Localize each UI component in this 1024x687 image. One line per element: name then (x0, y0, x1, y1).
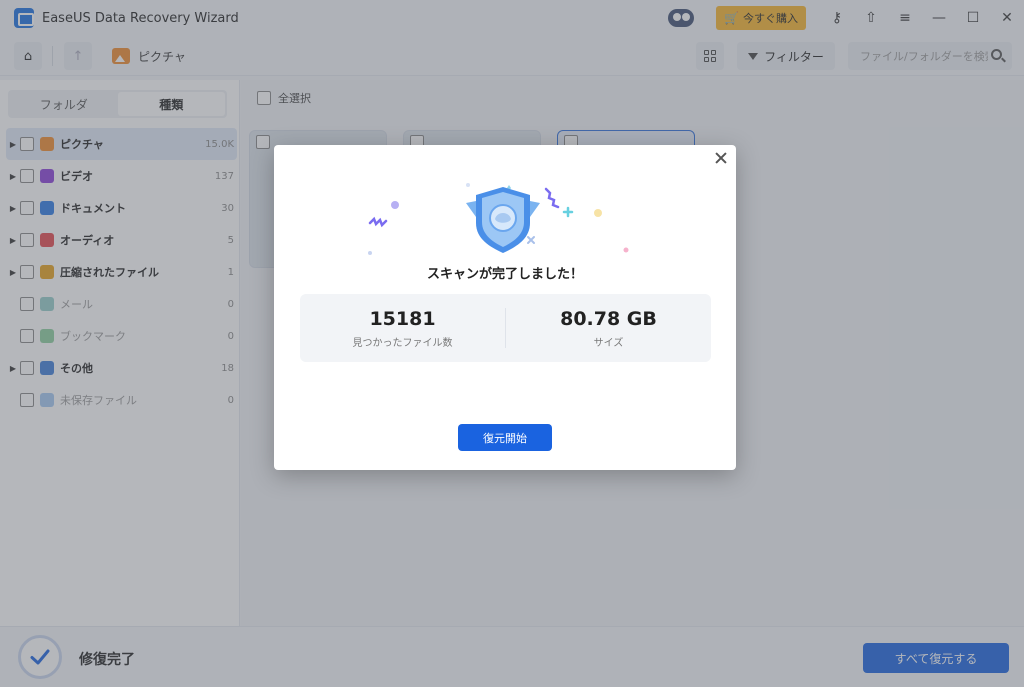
size-value: 80.78 GB (560, 307, 657, 330)
size-label: サイズ (593, 337, 624, 349)
files-found-value: 15181 (369, 307, 436, 330)
close-icon[interactable] (714, 151, 728, 165)
dialog-title: スキャンが完了しました！ (426, 267, 583, 282)
size-stat: 80.78 GB サイズ (506, 294, 711, 362)
files-found-stat: 15181 見つかったファイル数 (300, 294, 505, 362)
scan-stats: 15181 見つかったファイル数 80.78 GB サイズ (300, 294, 711, 362)
files-found-label: 見つかったファイル数 (352, 337, 453, 349)
start-recovery-button[interactable]: 復元開始 (458, 424, 552, 451)
scan-complete-dialog: スキャンが完了しました！ 15181 見つかったファイル数 80.78 GB サ… (274, 145, 736, 470)
trophy-illustration (368, 183, 629, 255)
